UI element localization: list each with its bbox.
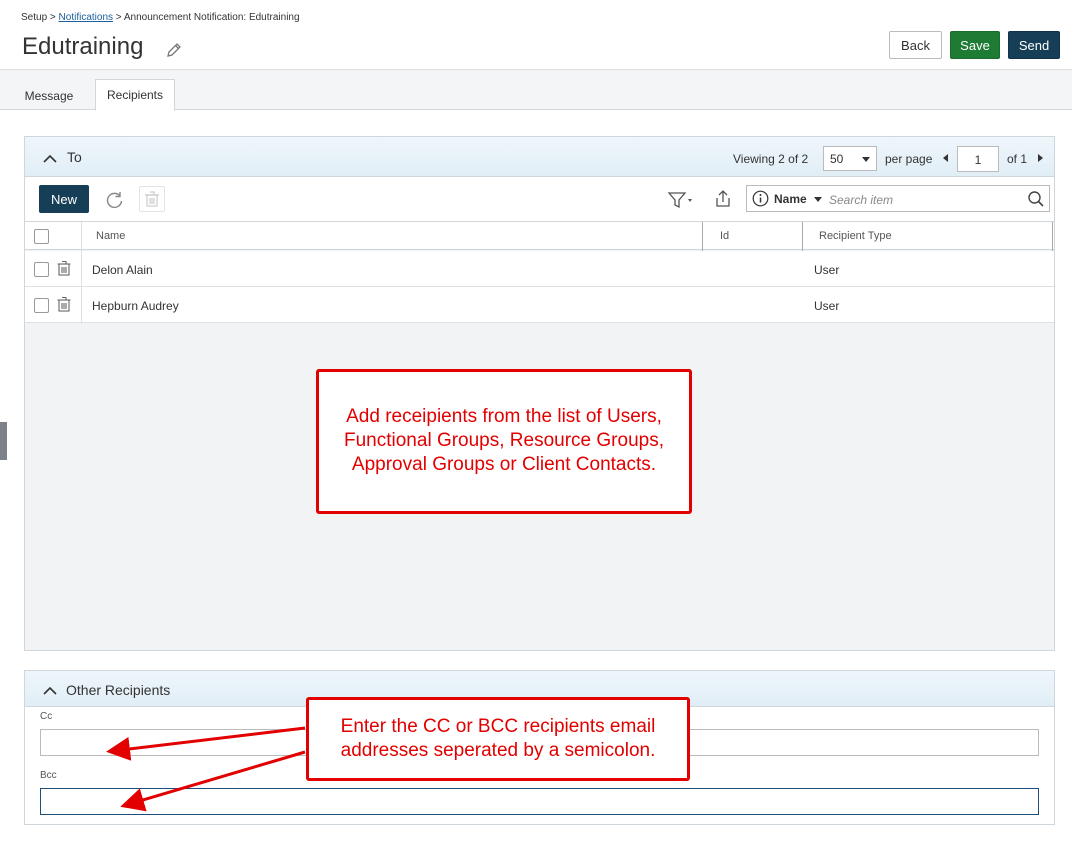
callout-line: Enter the CC or BCC recipients email bbox=[340, 716, 656, 737]
search-field-selector[interactable]: Name bbox=[774, 192, 807, 206]
viewing-count: 2 of 2 bbox=[778, 152, 809, 166]
page-number-input[interactable]: 1 bbox=[957, 146, 999, 172]
caret-down-icon bbox=[862, 157, 870, 162]
previous-page-icon[interactable] bbox=[943, 154, 948, 162]
breadcrumb-separator: > bbox=[49, 12, 56, 23]
recipient-type: User bbox=[814, 263, 840, 277]
refresh-icon[interactable] bbox=[105, 190, 125, 215]
viewing-info: Viewing 2 of 2 bbox=[733, 152, 808, 166]
per-page-label: per page bbox=[885, 152, 933, 166]
save-button[interactable]: Save bbox=[950, 31, 1000, 59]
grid-header: Name Id Recipient Type bbox=[25, 221, 1054, 251]
info-icon[interactable] bbox=[752, 190, 769, 207]
row-checkbox[interactable] bbox=[34, 298, 49, 313]
breadcrumb-notifications-link[interactable]: Notifications bbox=[59, 12, 113, 23]
column-header-recipient-type[interactable]: Recipient Type bbox=[819, 230, 892, 242]
side-panel-toggle[interactable] bbox=[0, 422, 7, 460]
row-checkbox[interactable] bbox=[34, 262, 49, 277]
cc-bcc-callout: Enter the CC or BCC recipients email add… bbox=[306, 697, 690, 781]
tab-message[interactable]: Message bbox=[14, 80, 84, 111]
search-input[interactable]: Search item bbox=[829, 193, 893, 207]
bcc-field[interactable] bbox=[40, 788, 1039, 815]
delete-icon[interactable] bbox=[139, 186, 165, 212]
filter-icon[interactable] bbox=[667, 190, 699, 215]
breadcrumb: Setup > Notifications > Announcement Not… bbox=[21, 12, 300, 23]
next-page-icon[interactable] bbox=[1038, 154, 1043, 162]
trash-icon[interactable] bbox=[57, 296, 71, 312]
grid-toolbar: New Name Search item bbox=[25, 177, 1054, 221]
recipients-callout: Add receipients from the list of Users, … bbox=[316, 369, 692, 514]
to-panel-header[interactable]: To Viewing 2 of 2 50 per page 1 of 1 bbox=[25, 137, 1054, 177]
to-panel-title: To bbox=[67, 149, 82, 165]
table-row[interactable]: Delon Alain User bbox=[25, 251, 1054, 287]
search-box[interactable]: Name Search item bbox=[746, 185, 1050, 212]
chevron-up-icon[interactable] bbox=[43, 684, 57, 696]
page-title: Edutraining bbox=[22, 33, 144, 60]
table-row[interactable]: Hepburn Audrey User bbox=[25, 287, 1054, 323]
callout-line: Add receipients from the list of Users, bbox=[346, 406, 662, 427]
callout-line: Approval Groups or Client Contacts. bbox=[351, 454, 657, 475]
per-page-value: 50 bbox=[830, 152, 844, 166]
breadcrumb-setup[interactable]: Setup bbox=[21, 12, 47, 23]
back-button[interactable]: Back bbox=[889, 31, 942, 59]
callout-line: Functional Groups, Resource Groups, bbox=[344, 430, 664, 451]
column-header-id[interactable]: Id bbox=[720, 230, 729, 242]
chevron-up-icon[interactable] bbox=[43, 152, 57, 164]
recipient-type: User bbox=[814, 299, 840, 313]
recipient-name: Hepburn Audrey bbox=[92, 299, 179, 313]
breadcrumb-current: Announcement Notification: Edutraining bbox=[123, 12, 300, 23]
viewing-label: Viewing bbox=[733, 152, 775, 166]
cc-label: Cc bbox=[40, 711, 53, 722]
bcc-label: Bcc bbox=[40, 770, 57, 781]
column-header-name[interactable]: Name bbox=[96, 230, 125, 242]
other-recipients-title: Other Recipients bbox=[66, 682, 171, 698]
recipient-name: Delon Alain bbox=[92, 263, 153, 277]
search-icon[interactable] bbox=[1027, 190, 1045, 208]
pencil-icon[interactable] bbox=[164, 40, 184, 60]
column-divider bbox=[81, 287, 82, 322]
export-icon[interactable] bbox=[713, 189, 733, 214]
column-resize-handle[interactable] bbox=[802, 222, 803, 251]
select-all-checkbox[interactable] bbox=[34, 229, 49, 244]
page-total: of 1 bbox=[1007, 152, 1028, 166]
column-divider bbox=[81, 222, 82, 251]
send-button[interactable]: Send bbox=[1008, 31, 1060, 59]
tab-recipients[interactable]: Recipients bbox=[95, 79, 175, 111]
column-divider bbox=[81, 251, 82, 286]
column-resize-handle[interactable] bbox=[1052, 222, 1053, 251]
per-page-select[interactable]: 50 bbox=[823, 146, 877, 171]
column-resize-handle[interactable] bbox=[702, 222, 703, 251]
trash-icon[interactable] bbox=[57, 260, 71, 276]
caret-down-icon[interactable] bbox=[814, 197, 822, 202]
new-button[interactable]: New bbox=[39, 185, 89, 213]
callout-line: addresses seperated by a semicolon. bbox=[340, 740, 656, 761]
breadcrumb-separator: > bbox=[115, 12, 122, 23]
